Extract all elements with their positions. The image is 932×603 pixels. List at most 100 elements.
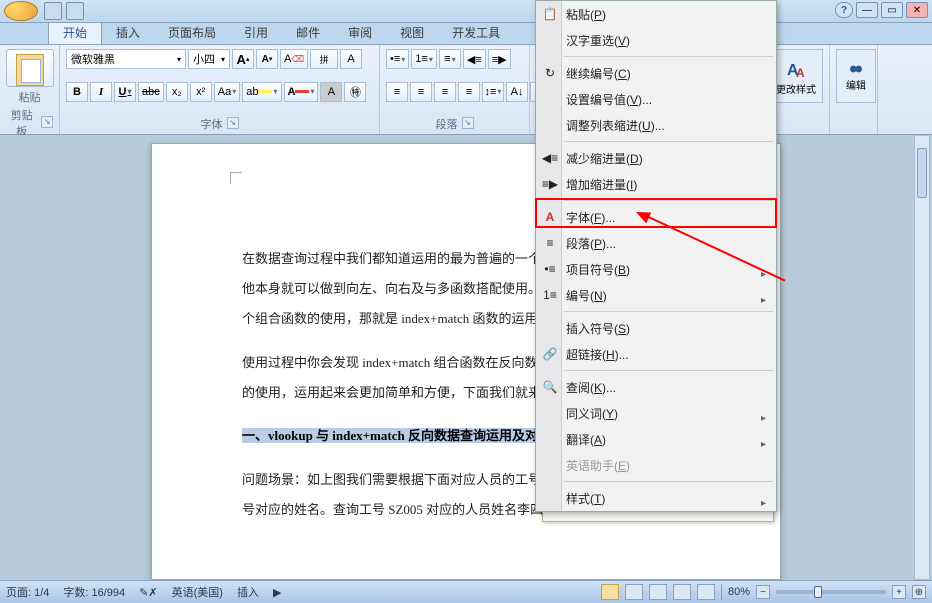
ctx-item-9[interactable]: •≡项目符号(B) [536,256,776,282]
zoom-percent[interactable]: 80% [728,586,750,598]
paragraph-dialog-launcher[interactable]: ↘ [462,117,474,129]
qat-undo-icon[interactable] [66,2,84,20]
font-name-combo[interactable]: 微软雅黑▾ [66,49,186,69]
ctx-item-label: 同义词(Y) [566,405,618,422]
restore-button[interactable]: ▭ [881,2,903,18]
zoom-slider-thumb[interactable] [814,586,822,598]
change-case-button[interactable]: Aa [214,82,240,102]
tab-review[interactable]: 审阅 [334,21,386,44]
status-page[interactable]: 页面: 1/4 [6,584,49,600]
zoom-fit-button[interactable]: ⊕ [912,585,926,599]
subscript-button[interactable]: x₂ [166,82,188,102]
ribbon-tabs: 开始 插入 页面布局 引用 邮件 审阅 视图 开发工具 [0,23,932,45]
superscript-button[interactable]: x² [190,82,212,102]
status-language[interactable]: 英语(美国) [172,584,223,600]
zoom-in-button[interactable]: + [892,585,906,599]
ctx-item-4[interactable]: 调整列表缩进(U)... [536,112,776,138]
group-caption-clipboard: 剪贴板 [6,105,37,139]
bullets-button[interactable]: •≡ [386,49,409,69]
ctx-item-6[interactable]: ≡▶增加缩进量(I) [536,171,776,197]
underline-button[interactable]: U [114,82,136,102]
vertical-scrollbar[interactable] [914,135,930,580]
tab-layout[interactable]: 页面布局 [154,21,230,44]
ctx-item-5[interactable]: ◀≡减少缩进量(D) [536,145,776,171]
ctx-item-label: 字体(F)... [566,209,615,226]
font-dialog-launcher[interactable]: ↘ [227,117,239,129]
tab-home[interactable]: 开始 [48,20,102,44]
ctx-item-3[interactable]: 设置编号值(V)... [536,86,776,112]
ctx-item-8[interactable]: ≡段落(P)... [536,230,776,256]
font-color-button[interactable]: A [284,82,319,102]
change-styles-button[interactable]: AA 更改样式 [769,49,823,103]
clipboard-dialog-launcher[interactable]: ↘ [41,116,53,128]
tab-references[interactable]: 引用 [230,21,282,44]
view-web-layout[interactable] [649,584,667,600]
multilevel-button[interactable]: ≡ [439,49,461,69]
bold-button[interactable]: B [66,82,88,102]
italic-button[interactable]: I [90,82,112,102]
tab-view[interactable]: 视图 [386,21,438,44]
view-outline[interactable] [673,584,691,600]
ctx-item-15[interactable]: 翻译(A) [536,426,776,452]
align-right-button[interactable]: ≡ [434,82,456,102]
status-words[interactable]: 字数: 16/994 [63,584,125,600]
zoom-out-button[interactable]: − [756,585,770,599]
align-center-button[interactable]: ≡ [410,82,432,102]
sort-button[interactable]: A↓ [506,82,528,102]
highlight-button[interactable]: ab [242,82,281,102]
tab-developer[interactable]: 开发工具 [438,21,514,44]
ctx-item-12[interactable]: 🔗超链接(H)... [536,341,776,367]
increase-indent-button[interactable]: ≡▶ [488,49,511,69]
clear-formatting-button[interactable]: A⌫ [280,49,308,69]
group-label-clipboard: 粘贴 [19,87,41,105]
ctx-item-label: 英语助手(E) [566,457,630,474]
status-macro-icon[interactable]: ▶ [273,586,281,599]
ribbon: 粘贴 剪贴板 ↘ 微软雅黑▾ 小四▾ A▴ A▾ A⌫ 拼 A B I U ab… [0,45,932,135]
char-border-button[interactable]: A [340,49,362,69]
decrease-indent-button[interactable]: ◀≡ [463,49,486,69]
qat-save-icon[interactable] [44,2,62,20]
phonetic-guide-button[interactable]: 拼 [310,49,338,69]
ctx-item-1[interactable]: 汉字重选(V) [536,27,776,53]
ctx-item-0[interactable]: 📋粘贴(P) [536,1,776,27]
ctx-item-13[interactable]: 🔍查阅(K)... [536,374,776,400]
align-left-button[interactable]: ≡ [386,82,408,102]
find-button[interactable]: 编辑 [836,49,876,103]
change-styles-label: 更改样式 [776,81,816,96]
status-insert-mode[interactable]: 插入 [237,584,259,600]
zoom-slider[interactable] [776,590,886,594]
ctx-no-icon [541,31,559,49]
grow-font-button[interactable]: A▴ [232,49,254,69]
ctx-no-icon [541,319,559,337]
numbering-button[interactable]: 1≡ [411,49,437,69]
office-button[interactable] [4,1,38,21]
ctx-item-17[interactable]: 样式(T) [536,485,776,511]
strikethrough-button[interactable]: abc [138,82,164,102]
group-caption-font: 字体 [201,114,223,132]
line-spacing-button[interactable]: ↕≡ [482,82,504,102]
ctx-item-10[interactable]: 1≡编号(N) [536,282,776,308]
font-size-combo[interactable]: 小四▾ [188,49,230,69]
view-draft[interactable] [697,584,715,600]
scrollbar-thumb[interactable] [917,148,927,198]
ctx-item-7[interactable]: A字体(F)... [536,204,776,230]
view-full-screen[interactable] [625,584,643,600]
close-button[interactable]: ✕ [906,2,928,18]
shrink-font-button[interactable]: A▾ [256,49,278,69]
status-bar: 页面: 1/4 字数: 16/994 ✎✗ 英语(美国) 插入 ▶ 80% − … [0,580,932,603]
ctx-separator [564,56,773,57]
help-button[interactable]: ? [835,2,853,18]
enclose-char-button[interactable]: ㊕ [344,82,366,102]
ctx-item-11[interactable]: 插入符号(S) [536,315,776,341]
paste-button[interactable] [6,49,54,87]
minimize-button[interactable]: — [856,2,878,18]
tab-mailings[interactable]: 邮件 [282,21,334,44]
ctx-item-2[interactable]: ↻继续编号(C) [536,60,776,86]
ctx-item-14[interactable]: 同义词(Y) [536,400,776,426]
char-shading-button[interactable]: A [320,82,342,102]
document-area: 在数据查询过程中我们都知道运用的最为普遍的一个函 他本身就可以做到向左、向右及与… [0,135,932,580]
view-print-layout[interactable] [601,584,619,600]
status-proof-icon[interactable]: ✎✗ [139,586,157,599]
tab-insert[interactable]: 插入 [102,21,154,44]
align-justify-button[interactable]: ≡ [458,82,480,102]
